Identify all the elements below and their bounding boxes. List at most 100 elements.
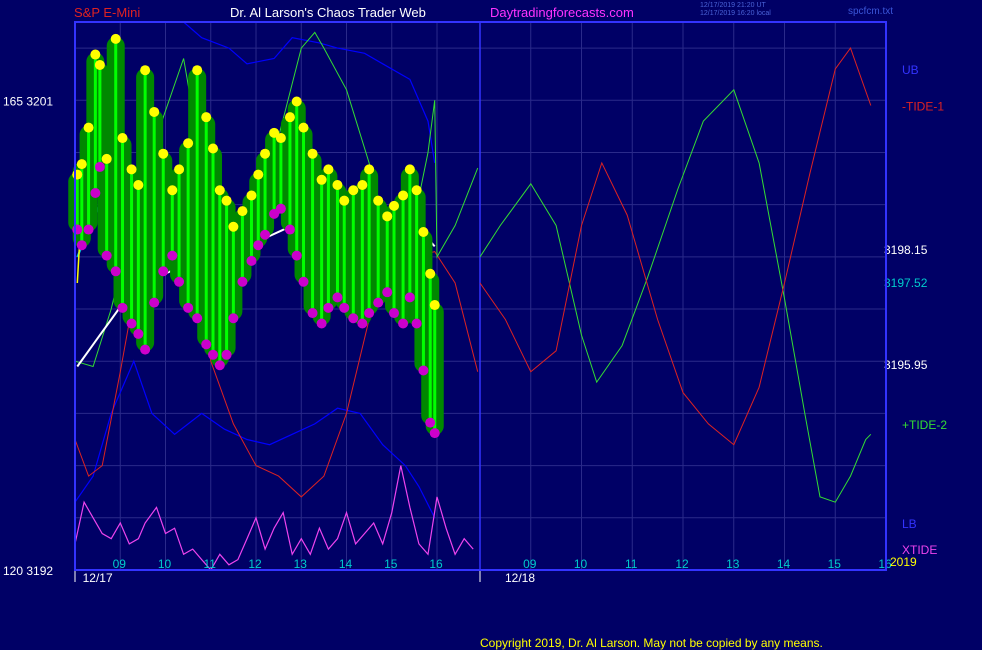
hour-tick-label: 13 [726, 557, 740, 571]
hour-tick-label: 10 [574, 557, 588, 571]
hour-tick-label: 11 [625, 557, 638, 571]
high-dot [418, 226, 429, 237]
low-dot [237, 276, 248, 287]
low-dot [348, 313, 359, 324]
low-dot [83, 224, 94, 235]
series-line-LB [74, 359, 436, 519]
low-dot [228, 313, 239, 324]
low-dot [133, 328, 144, 339]
data-file-name: spcfcm.txt [848, 6, 894, 17]
high-dot [90, 49, 101, 60]
high-dot [94, 59, 105, 70]
low-dot [373, 297, 384, 308]
high-dot [158, 148, 169, 159]
symbol-title: S&P E-Mini [74, 5, 141, 20]
hour-tick-label: 15 [384, 557, 398, 571]
low-dot [90, 188, 101, 199]
low-dot [214, 360, 225, 371]
hour-tick-label: 13 [294, 557, 308, 571]
low-dot [101, 250, 112, 261]
low-dot [208, 349, 219, 360]
site-title: Dr. Al Larson's Chaos Trader Web [230, 5, 426, 20]
low-dot [382, 287, 393, 298]
low-dot [149, 297, 160, 308]
high-dot [228, 221, 239, 232]
hour-tick-label: 09 [523, 557, 537, 571]
high-dot [364, 164, 375, 175]
low-dot [253, 240, 264, 251]
high-dot [133, 180, 144, 191]
low-dot [429, 428, 440, 439]
year-label: 2019 [890, 555, 917, 569]
hour-tick-label: 14 [777, 557, 791, 571]
high-dot [174, 164, 185, 175]
series-label: -TIDE-1 [902, 100, 944, 114]
low-dot [76, 240, 87, 251]
right-price-label: 3197.52 [884, 276, 928, 290]
series-label: +TIDE-2 [902, 418, 947, 432]
high-dot [382, 211, 393, 222]
projection-line-tide2_future [479, 88, 872, 503]
day-label: 12/17 [83, 571, 113, 585]
high-dot [246, 190, 257, 201]
high-dot [411, 185, 422, 196]
low-dot [307, 308, 318, 319]
high-dot [183, 138, 194, 149]
low-dot [167, 250, 178, 261]
high-dot [208, 143, 219, 154]
high-dot [284, 112, 295, 123]
high-dot [76, 159, 87, 170]
low-dot [201, 339, 212, 350]
low-dot [418, 365, 429, 376]
high-dot [140, 65, 151, 76]
low-dot [298, 276, 309, 287]
hour-tick-label: 12 [248, 557, 262, 571]
high-dot [83, 122, 94, 133]
timestamp-local: 12/17/2019 16:20 local [700, 10, 771, 17]
high-dot [221, 195, 232, 206]
low-dot [117, 302, 128, 313]
timestamp-ut: 12/17/2019 21:20 UT [700, 2, 766, 9]
series-label: LB [902, 517, 917, 531]
low-dot [275, 203, 286, 214]
low-dot [126, 318, 137, 329]
low-dot [357, 318, 368, 329]
low-dot [183, 302, 194, 313]
series-label: UB [902, 63, 919, 77]
high-dot [253, 169, 264, 180]
low-dot [323, 302, 334, 313]
left-axis-label: 165 3201 [3, 94, 53, 108]
high-dot [323, 164, 334, 175]
low-dot [246, 255, 257, 266]
high-dot [275, 133, 286, 144]
high-dot [214, 185, 225, 196]
high-dot [339, 195, 350, 206]
low-dot [339, 302, 350, 313]
chaos-trader-chart: 165 3201 120 3192 3198.15 3197.52 3195.95 UB -… [3, 21, 947, 585]
day-label: 12/18 [505, 571, 535, 585]
hour-tick-label: 15 [828, 557, 842, 571]
low-dot [389, 308, 400, 319]
low-dot [398, 318, 409, 329]
low-dot [110, 266, 121, 277]
high-dot [429, 300, 440, 311]
right-price-label: 3195.95 [884, 358, 928, 372]
high-dot [348, 185, 359, 196]
high-dot [201, 112, 212, 123]
high-dot [110, 33, 121, 44]
hour-tick-label: 16 [429, 557, 443, 571]
high-dot [404, 164, 415, 175]
copyright-notice: Copyright 2019, Dr. Al Larson. May not b… [480, 636, 823, 650]
hour-tick-label: 10 [158, 557, 172, 571]
hour-tick-label: 11 [204, 557, 217, 571]
high-dot [117, 133, 128, 144]
high-dot [101, 153, 112, 164]
high-dot [389, 200, 400, 211]
low-dot [158, 266, 169, 277]
left-axis-label: 120 3192 [3, 564, 53, 578]
high-dot [126, 164, 137, 175]
high-dot [260, 148, 271, 159]
high-dot [298, 122, 309, 133]
low-dot [94, 161, 105, 172]
high-dot [332, 180, 343, 191]
